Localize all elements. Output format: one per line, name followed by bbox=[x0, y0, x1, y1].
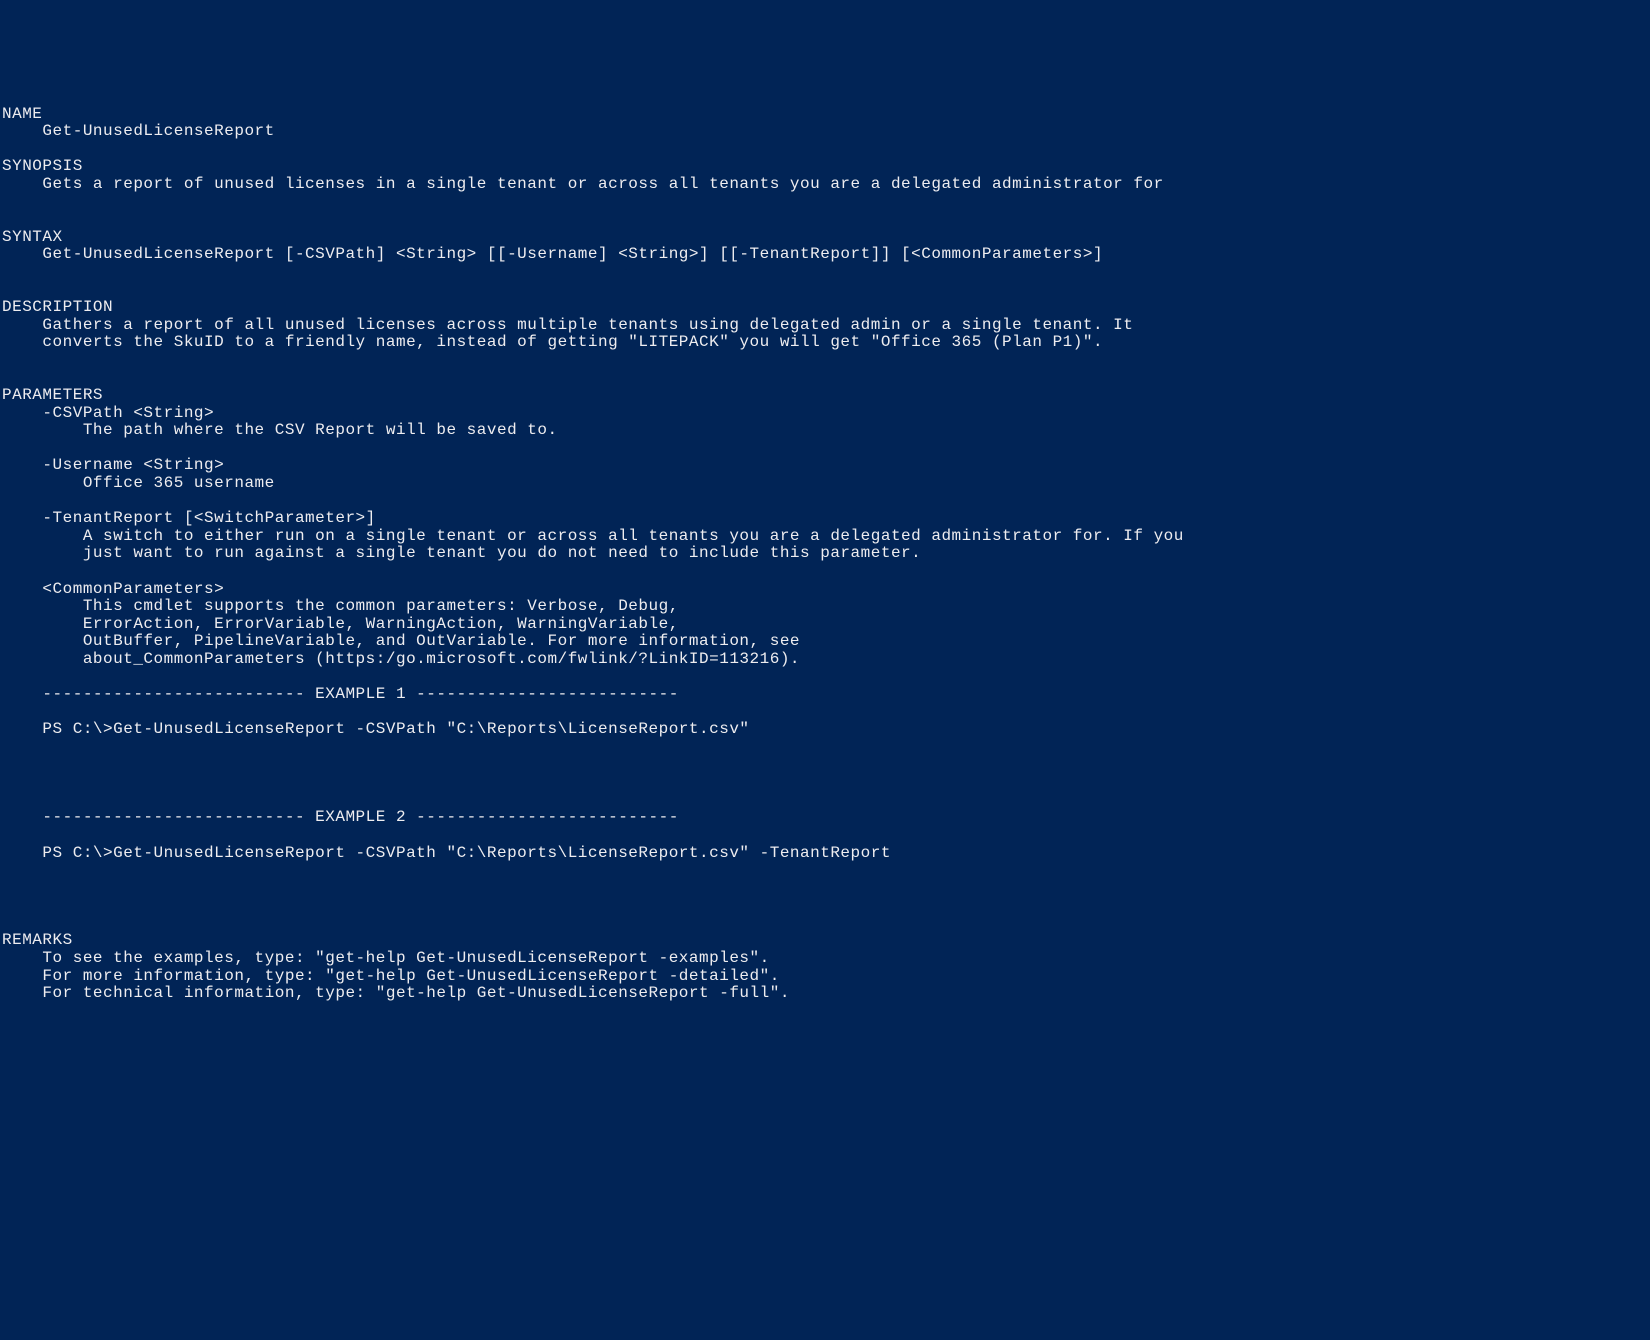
example-1-separator: -------------------------- EXAMPLE 1 ---… bbox=[2, 685, 679, 703]
common-parameters-line: This cmdlet supports the common paramete… bbox=[2, 597, 679, 615]
synopsis-text: Gets a report of unused licenses in a si… bbox=[2, 175, 1164, 193]
example-2-command: PS C:\>Get-UnusedLicenseReport -CSVPath … bbox=[2, 844, 891, 862]
syntax-line: Get-UnusedLicenseReport [-CSVPath] <Stri… bbox=[2, 245, 1103, 263]
common-parameters-line: about_CommonParameters (https:/go.micros… bbox=[2, 650, 800, 668]
common-parameters-line: ErrorAction, ErrorVariable, WarningActio… bbox=[2, 615, 679, 633]
common-parameters-line: OutBuffer, PipelineVariable, and OutVari… bbox=[2, 632, 800, 650]
section-heading-syntax: SYNTAX bbox=[2, 228, 63, 246]
param-tenantreport-name: -TenantReport [<SwitchParameter>] bbox=[2, 509, 376, 527]
example-1-command: PS C:\>Get-UnusedLicenseReport -CSVPath … bbox=[2, 720, 750, 738]
param-tenantreport-desc-line: A switch to either run on a single tenan… bbox=[2, 527, 1184, 545]
param-csvpath-name: -CSVPath <String> bbox=[2, 404, 214, 422]
powershell-console[interactable]: NAME Get-UnusedLicenseReport SYNOPSIS Ge… bbox=[0, 88, 1646, 1003]
cmdlet-name: Get-UnusedLicenseReport bbox=[2, 122, 275, 140]
param-username-desc: Office 365 username bbox=[2, 474, 275, 492]
remarks-line: For more information, type: "get-help Ge… bbox=[2, 967, 780, 985]
param-username-name: -Username <String> bbox=[2, 456, 224, 474]
section-heading-remarks: REMARKS bbox=[2, 931, 73, 949]
section-heading-description: DESCRIPTION bbox=[2, 298, 113, 316]
section-heading-parameters: PARAMETERS bbox=[2, 386, 103, 404]
section-heading-synopsis: SYNOPSIS bbox=[2, 157, 83, 175]
description-line: Gathers a report of all unused licenses … bbox=[2, 316, 1133, 334]
param-tenantreport-desc-line: just want to run against a single tenant… bbox=[2, 544, 921, 562]
remarks-line: For technical information, type: "get-he… bbox=[2, 984, 790, 1002]
param-csvpath-desc: The path where the CSV Report will be sa… bbox=[2, 421, 558, 439]
section-heading-name: NAME bbox=[2, 105, 42, 123]
description-line: converts the SkuID to a friendly name, i… bbox=[2, 333, 1103, 351]
example-2-separator: -------------------------- EXAMPLE 2 ---… bbox=[2, 808, 679, 826]
remarks-line: To see the examples, type: "get-help Get… bbox=[2, 949, 770, 967]
common-parameters-name: <CommonParameters> bbox=[2, 580, 224, 598]
